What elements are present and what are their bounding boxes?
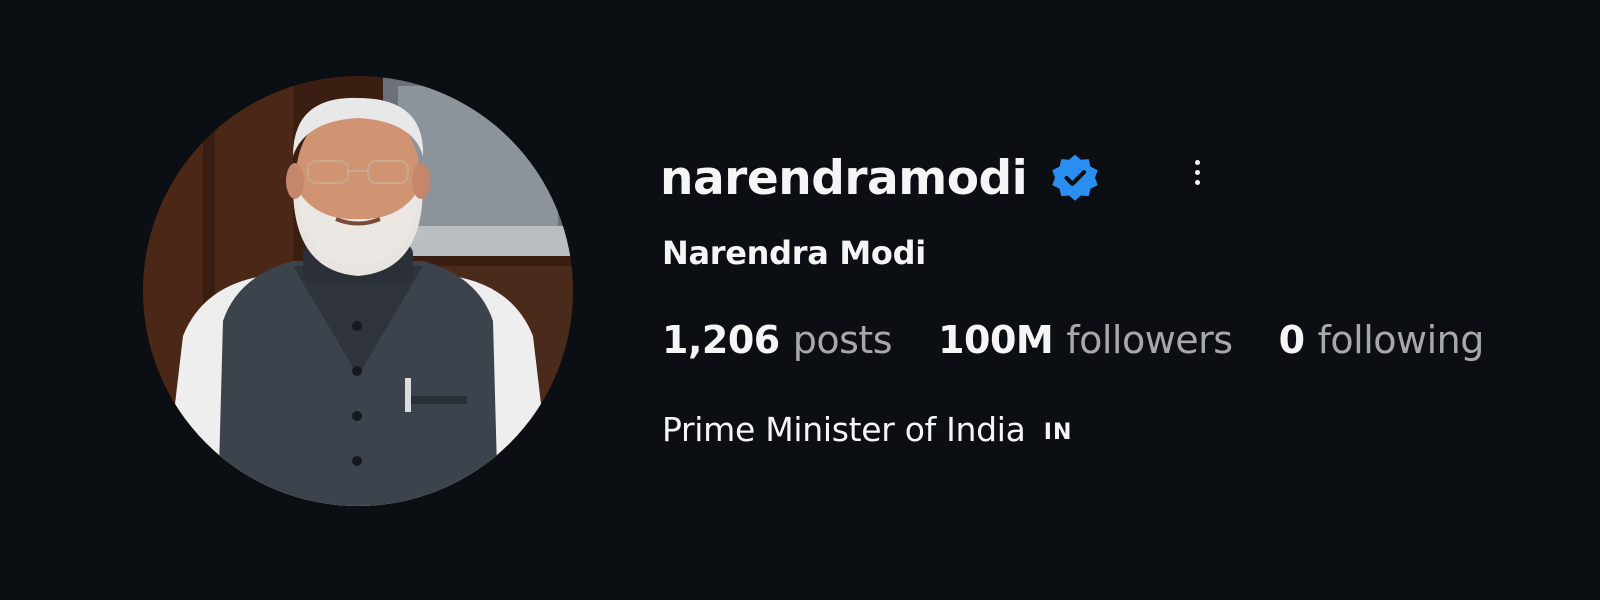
username-row: narendramodi: [660, 146, 1101, 210]
dot: [1194, 159, 1200, 165]
followers-count: 100M: [938, 318, 1054, 362]
profile-stats: 1,206 posts 100M followers 0 following: [662, 318, 1484, 362]
bio-text: Prime Minister of India: [662, 410, 1026, 449]
following-count: 0: [1278, 318, 1305, 362]
verified-badge-icon: [1049, 152, 1101, 204]
posts-stat: 1,206 posts: [662, 318, 893, 362]
avatar-image: [143, 76, 573, 506]
profile-username: narendramodi: [660, 150, 1028, 206]
following-label: following: [1317, 318, 1485, 362]
profile-full-name: Narendra Modi: [662, 234, 926, 272]
india-flag-icon: IN: [1043, 420, 1073, 445]
following-stat[interactable]: 0 following: [1278, 318, 1485, 362]
profile-header: narendramodi Narendra Modi 1,206 posts 1…: [0, 0, 1600, 600]
posts-count: 1,206: [662, 318, 780, 362]
profile-avatar[interactable]: [143, 76, 573, 506]
dot: [1194, 179, 1200, 185]
followers-label: followers: [1066, 318, 1233, 362]
more-options-icon[interactable]: [1186, 150, 1208, 194]
posts-label: posts: [792, 318, 893, 362]
dot: [1194, 169, 1200, 175]
profile-bio: Prime Minister of India IN: [662, 410, 1072, 449]
followers-stat[interactable]: 100M followers: [938, 318, 1233, 362]
